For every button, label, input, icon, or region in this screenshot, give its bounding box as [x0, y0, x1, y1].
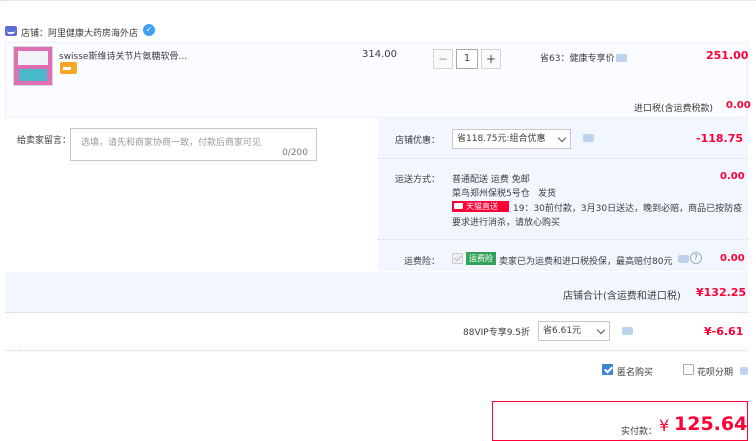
vip-label: 88VIP专享9.5折 — [463, 328, 531, 338]
insurance-checkbox[interactable] — [452, 253, 463, 264]
shop-subtotal-value: ¥132.25 — [696, 286, 747, 299]
pay-currency: ¥ — [659, 416, 670, 435]
seller-message-count: 0/200 — [282, 148, 308, 158]
shop-discount-label: 店铺优惠： — [395, 136, 441, 146]
product-title[interactable]: swisse斯维诗关节片氨糖软骨... — [59, 49, 199, 62]
pay-amount: 125.64 — [674, 413, 748, 435]
unit-price: 314.00 — [362, 49, 397, 60]
seller-message-placeholder: 选填，请先和商家协商一致，付款后商家可见 — [81, 138, 262, 148]
divider — [378, 158, 748, 159]
anonymous-label[interactable]: 匿名购买 — [617, 365, 653, 378]
shop-discount-selected: 省118.75元:组合优惠 — [457, 134, 546, 144]
credit-card-icon — [60, 62, 77, 74]
pay-label: 实付款： — [621, 427, 658, 437]
quantity-minus-button[interactable]: − — [433, 49, 453, 69]
import-tax-value: 0.00 — [726, 100, 751, 111]
insurance-label: 运费险： — [404, 257, 441, 267]
insurance-text: 卖家已为运费和进口税投保，最高赔付80元 — [499, 257, 673, 267]
order-item-row: swisse斯维诗关节片氨糖软骨... 314.00 − 1 + 省63：健康专… — [5, 42, 751, 118]
message-icon[interactable] — [583, 134, 594, 142]
vip-discount-value: ¥-6.61 — [704, 325, 744, 338]
message-icon[interactable] — [616, 54, 627, 62]
anonymous-checkbox[interactable] — [602, 364, 613, 375]
chat-bubble-icon[interactable]: ✓ — [143, 24, 155, 36]
shop-discount-value: -118.75 — [696, 132, 744, 145]
shop-subtotal-label: 店铺合计(含运费和进口税) — [563, 291, 681, 302]
tmall-direct-text: 天猫直送 — [466, 202, 498, 211]
chevron-down-icon — [557, 133, 567, 143]
delivery-promise-2: 要求进行消杀，请放心购买 — [452, 218, 561, 228]
shop-name[interactable]: 店铺：阿里健康大药房海外店 — [21, 26, 138, 39]
payment-summary-box: 实付款： ¥ 125.64 — [492, 401, 748, 441]
insurance-badge-text: 运费险 — [469, 254, 493, 263]
chevron-down-icon — [596, 325, 606, 335]
shop-subtotal-bar: 店铺合计(含运费和进口税) ¥132.25 — [5, 272, 748, 313]
message-icon[interactable] — [740, 367, 748, 375]
shipping-method: 普通配送 运费 免邮 — [452, 175, 530, 185]
quantity-stepper: − 1 + — [433, 49, 501, 69]
shipping-value: 0.00 — [720, 171, 745, 182]
shipping-warehouse: 菜鸟郑州保税5号仓 — [452, 189, 530, 199]
vip-discount-row: 88VIP专享9.5折 省6.61元 ¥-6.61 — [5, 313, 748, 351]
item-total: 251.00 — [706, 49, 749, 62]
seller-message-label: 给卖家留言： — [17, 136, 72, 146]
help-icon[interactable]: ? — [690, 252, 702, 264]
message-icon[interactable] — [678, 255, 689, 263]
shop-header: 店铺：阿里健康大药房海外店 ✓ — [0, 0, 756, 42]
divider — [378, 239, 748, 240]
promo-text: 省63：健康专享价 — [540, 54, 615, 64]
insurance-value: 0.00 — [720, 253, 745, 264]
insurance-badge: 运费险 — [466, 252, 496, 265]
vip-discount-select[interactable]: 省6.61元 — [538, 321, 610, 341]
vip-discount-selected: 省6.61元 — [543, 326, 582, 336]
quantity-plus-button[interactable]: + — [481, 49, 501, 69]
shop-icon — [5, 26, 17, 36]
shipping-ship-text: 发货 — [538, 189, 557, 199]
huabei-checkbox[interactable] — [683, 364, 694, 375]
delivery-promise: 19：30前付款，3月30日送达，晚到必赔，商品已按防疫 — [513, 204, 743, 214]
product-thumbnail[interactable] — [13, 46, 53, 86]
import-tax-label: 进口税(含运费税款) — [634, 104, 714, 114]
message-icon[interactable] — [622, 327, 633, 335]
seller-message-input[interactable]: 选填，请先和商家协商一致，付款后商家可见 0/200 — [70, 128, 317, 161]
huabei-label[interactable]: 花呗分期 — [697, 365, 733, 378]
quantity-input[interactable]: 1 — [456, 49, 478, 69]
shop-discount-select[interactable]: 省118.75元:组合优惠 — [452, 129, 571, 149]
shipping-label: 运送方式： — [395, 175, 441, 185]
tmall-direct-badge: 天猫直送 — [452, 201, 509, 212]
